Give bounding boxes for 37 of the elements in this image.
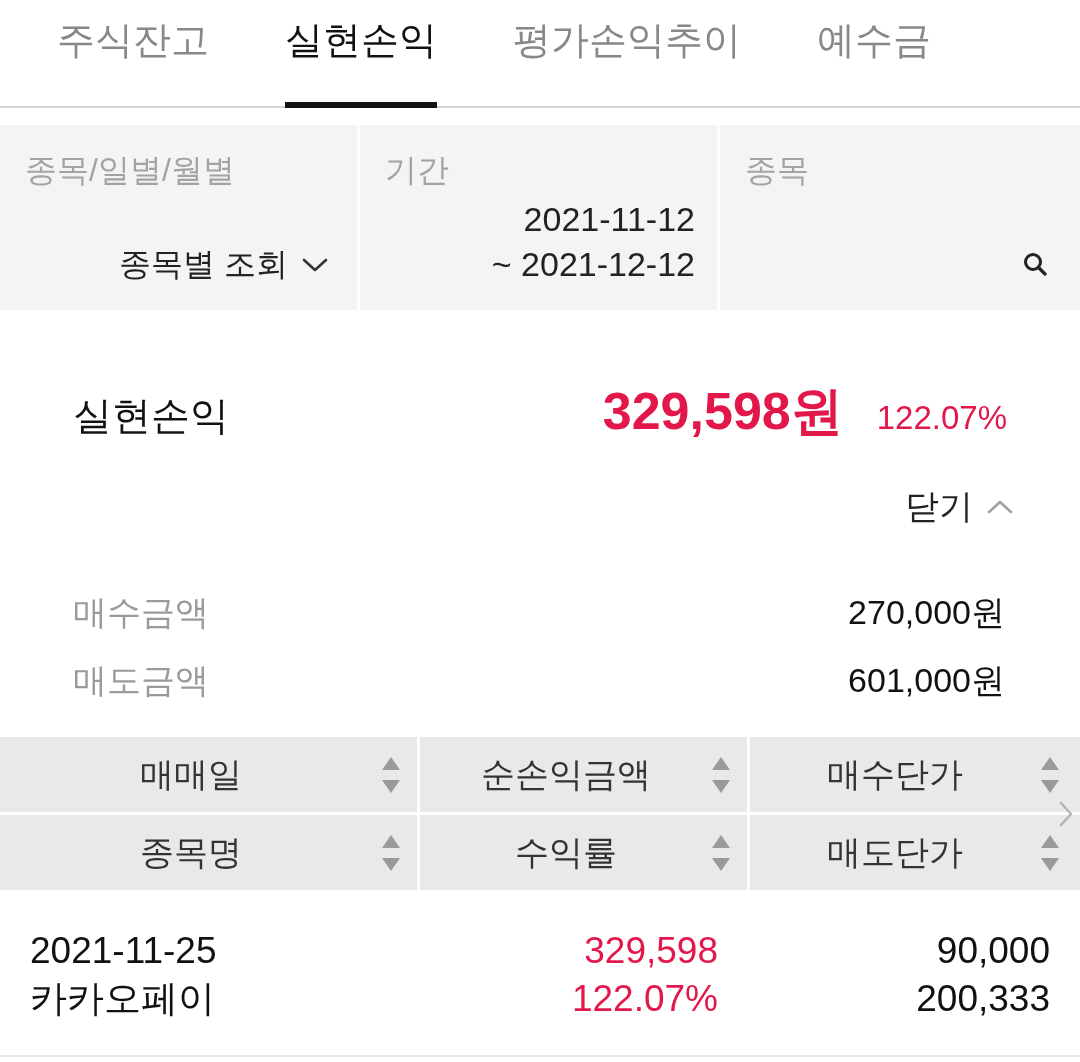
column-header[interactable]: 종목명 bbox=[0, 815, 417, 890]
profit-amount: 329,598원 bbox=[602, 381, 843, 442]
sort-icon bbox=[711, 755, 731, 794]
amount-label: 매수금액 bbox=[73, 592, 209, 633]
profit-rate: 122.07% bbox=[876, 398, 1007, 438]
profit-rate: 122.07% bbox=[571, 977, 718, 1021]
amount-value: 270,000원 bbox=[848, 592, 1005, 633]
tab[interactable]: 평가손익추이 bbox=[513, 0, 741, 108]
view-dropdown[interactable]: 종목별 조회 bbox=[119, 242, 328, 287]
sort-icon bbox=[381, 755, 401, 794]
filter-label: 종목 bbox=[745, 151, 809, 190]
amount-value: 601,000원 bbox=[848, 660, 1005, 701]
tab[interactable]: 주식잔고 bbox=[57, 0, 209, 108]
filter-label: 기간 bbox=[385, 151, 449, 190]
tab[interactable]: 실현손익 bbox=[285, 0, 437, 108]
trade-date: 2021-11-25 bbox=[30, 929, 217, 973]
column-header[interactable]: 매수단가 bbox=[750, 737, 1080, 812]
chevron-down-icon bbox=[302, 257, 328, 272]
column-header[interactable]: 매매일 bbox=[0, 737, 417, 812]
column-header[interactable]: 순손익금액 bbox=[420, 737, 747, 812]
summary-label: 실현손익 bbox=[73, 393, 229, 439]
filter-label: 종목/일별/월별 bbox=[25, 151, 235, 190]
buy-price: 90,000 bbox=[936, 929, 1050, 973]
search-icon[interactable] bbox=[1023, 252, 1047, 276]
amount-label: 매도금액 bbox=[73, 660, 209, 701]
sort-icon bbox=[1040, 833, 1060, 872]
profit-amount: 329,598 bbox=[584, 929, 718, 973]
sell-price: 200,333 bbox=[916, 977, 1050, 1021]
sort-icon bbox=[381, 833, 401, 872]
column-header[interactable]: 수익률 bbox=[420, 815, 747, 890]
tab[interactable]: 예수금 bbox=[817, 0, 931, 108]
column-header[interactable]: 매도단가 bbox=[750, 815, 1080, 890]
sort-icon bbox=[711, 833, 731, 872]
date-range-button[interactable]: 2021-11-12 ~ 2021-12-12 bbox=[491, 197, 695, 287]
sort-icon bbox=[1040, 755, 1060, 794]
collapse-button[interactable]: 닫기 bbox=[905, 484, 1013, 529]
stock-name: 카카오페이 bbox=[30, 977, 215, 1021]
